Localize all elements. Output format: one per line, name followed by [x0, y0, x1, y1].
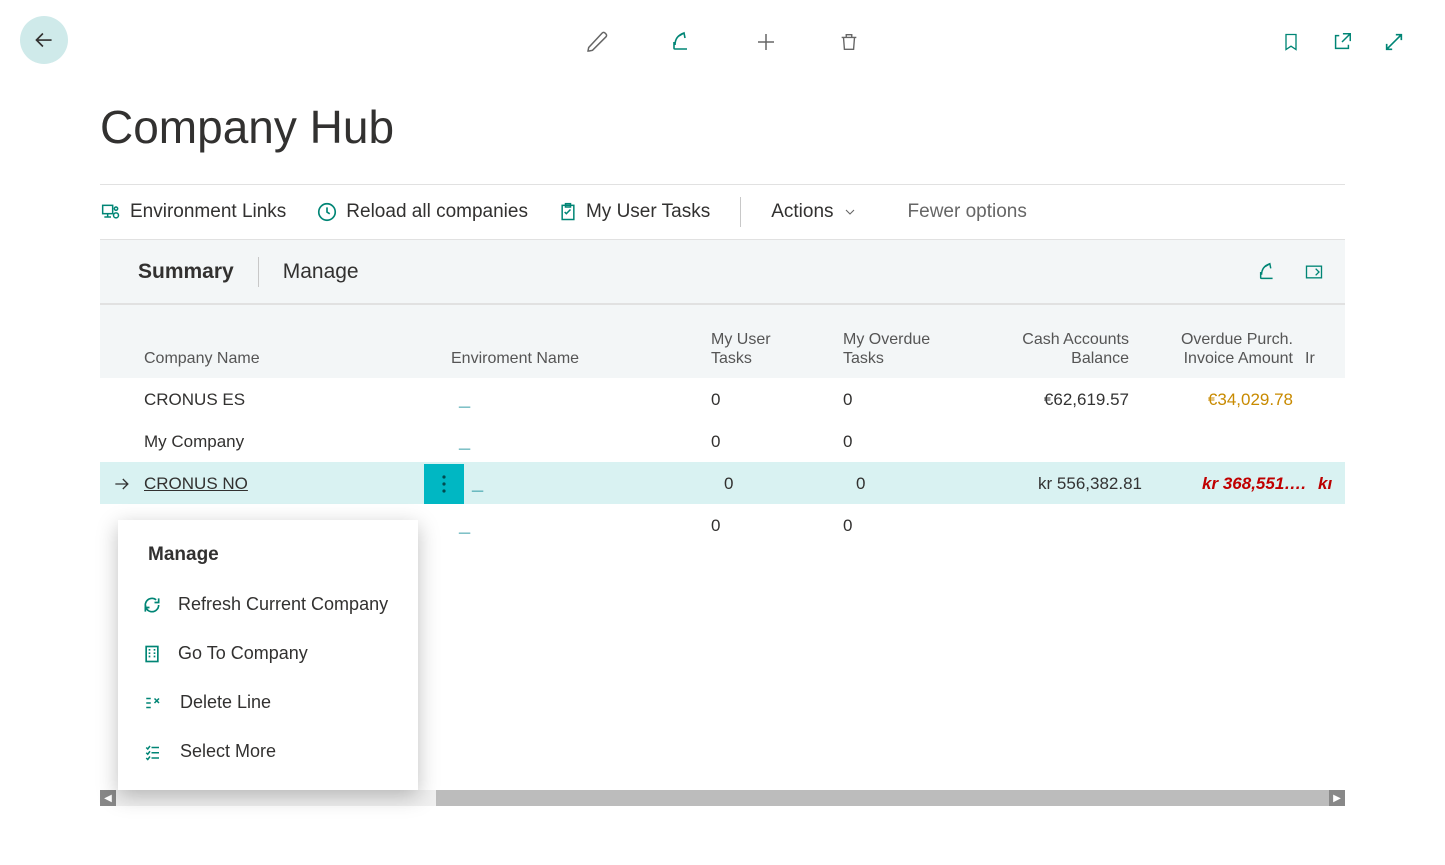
plus-icon [754, 30, 778, 54]
context-select-more[interactable]: Select More [118, 727, 418, 776]
environment-cell[interactable]: _ [464, 472, 724, 495]
table-row[interactable]: CRONUS NO_00kr 556,382.81kr 368,551….kı [100, 462, 1345, 504]
context-heading: Manage [118, 534, 418, 580]
my-overdue-tasks-cell: 0 [843, 516, 975, 536]
column-my-user-tasks[interactable]: My User Tasks [711, 322, 843, 368]
company-name-cell[interactable]: CRONUS ES [144, 390, 424, 410]
my-user-tasks-cell: 0 [711, 390, 843, 410]
pencil-icon [586, 30, 610, 54]
context-select-more-label: Select More [180, 741, 276, 762]
share-icon [1257, 261, 1279, 283]
row-context-menu: Manage Refresh Current Company Go To Com… [118, 520, 418, 790]
context-refresh-label: Refresh Current Company [178, 594, 388, 615]
scroll-thumb[interactable] [436, 790, 1329, 806]
expand-panel-icon [1303, 262, 1325, 282]
trash-icon [838, 30, 860, 54]
company-name-cell[interactable]: My Company [144, 432, 424, 452]
my-user-tasks-cell: 0 [711, 516, 843, 536]
company-name-cell[interactable]: CRONUS NO [144, 474, 424, 494]
fewer-options-action[interactable]: Fewer options [908, 201, 1027, 223]
column-extra[interactable]: Ir [1305, 341, 1345, 368]
edit-button[interactable] [586, 30, 610, 54]
context-refresh-company[interactable]: Refresh Current Company [118, 580, 418, 629]
environment-links-icon [100, 202, 122, 222]
expand-icon [1383, 31, 1405, 53]
new-button[interactable] [754, 30, 778, 54]
delete-line-icon [142, 694, 164, 712]
share-icon [670, 30, 694, 54]
context-goto-company[interactable]: Go To Company [118, 629, 418, 678]
overdue-invoice-cell: kr 368,551…. [1158, 474, 1318, 494]
extra-cell: kı [1318, 474, 1345, 494]
tab-manage[interactable]: Manage [265, 260, 377, 284]
refresh-icon [142, 595, 162, 615]
environment-links-label: Environment Links [130, 201, 286, 223]
row-more-button[interactable] [424, 464, 464, 504]
column-environment-name[interactable]: Enviroment Name [451, 341, 711, 368]
expand-button[interactable] [1383, 31, 1405, 53]
back-button[interactable] [20, 16, 68, 64]
environment-cell[interactable]: _ [451, 514, 711, 537]
bookmark-icon [1281, 30, 1301, 54]
horizontal-scrollbar[interactable]: ◀ ▶ [100, 790, 1345, 806]
arrow-left-icon [31, 27, 57, 53]
cash-balance-cell: €62,619.57 [975, 390, 1145, 410]
page-title: Company Hub [0, 80, 1445, 184]
environment-cell[interactable]: _ [451, 430, 711, 453]
table-row[interactable]: My Company_00 [100, 420, 1345, 462]
tab-summary[interactable]: Summary [120, 260, 252, 284]
context-goto-label: Go To Company [178, 643, 308, 664]
fewer-options-label: Fewer options [908, 201, 1027, 223]
arrow-right-icon [112, 474, 132, 494]
grid-share-button[interactable] [1257, 261, 1279, 283]
reload-all-action[interactable]: Reload all companies [316, 201, 528, 223]
actions-dropdown[interactable]: Actions [771, 201, 857, 223]
my-overdue-tasks-cell: 0 [843, 390, 975, 410]
divider [740, 197, 741, 227]
scroll-left-arrow[interactable]: ◀ [100, 790, 116, 806]
bookmark-button[interactable] [1281, 30, 1301, 54]
column-my-overdue-tasks[interactable]: My Overdue Tasks [843, 322, 975, 368]
column-overdue-purch-invoice[interactable]: Overdue Purch. Invoice Amount [1145, 322, 1305, 368]
scroll-right-arrow[interactable]: ▶ [1329, 790, 1345, 806]
column-cash-accounts-balance[interactable]: Cash Accounts Balance [975, 322, 1145, 368]
building-icon [142, 644, 162, 664]
overdue-invoice-cell: €34,029.78 [1145, 390, 1305, 410]
more-vertical-icon [441, 474, 447, 494]
actions-label: Actions [771, 201, 833, 223]
divider [258, 257, 259, 287]
reload-all-label: Reload all companies [346, 201, 528, 223]
my-overdue-tasks-cell: 0 [856, 474, 988, 494]
reload-icon [316, 201, 338, 223]
my-overdue-tasks-cell: 0 [843, 432, 975, 452]
context-delete-line[interactable]: Delete Line [118, 678, 418, 727]
my-user-tasks-label: My User Tasks [586, 201, 710, 223]
cash-balance-cell: kr 556,382.81 [988, 474, 1158, 494]
row-indicator [100, 474, 144, 494]
share-button[interactable] [670, 30, 694, 54]
context-delete-label: Delete Line [180, 692, 271, 713]
grid-expand-button[interactable] [1303, 261, 1325, 283]
my-user-tasks-action[interactable]: My User Tasks [558, 201, 710, 223]
delete-button[interactable] [838, 30, 860, 54]
column-company-name[interactable]: Company Name [144, 341, 424, 368]
chevron-down-icon [842, 204, 858, 220]
popout-icon [1331, 31, 1353, 53]
clipboard-icon [558, 201, 578, 223]
table-row[interactable]: CRONUS ES_00€62,619.57€34,029.78 [100, 378, 1345, 420]
my-user-tasks-cell: 0 [711, 432, 843, 452]
environment-links-action[interactable]: Environment Links [100, 201, 286, 223]
environment-cell[interactable]: _ [451, 388, 711, 411]
select-more-icon [142, 743, 164, 761]
popout-button[interactable] [1331, 31, 1353, 53]
my-user-tasks-cell: 0 [724, 474, 856, 494]
